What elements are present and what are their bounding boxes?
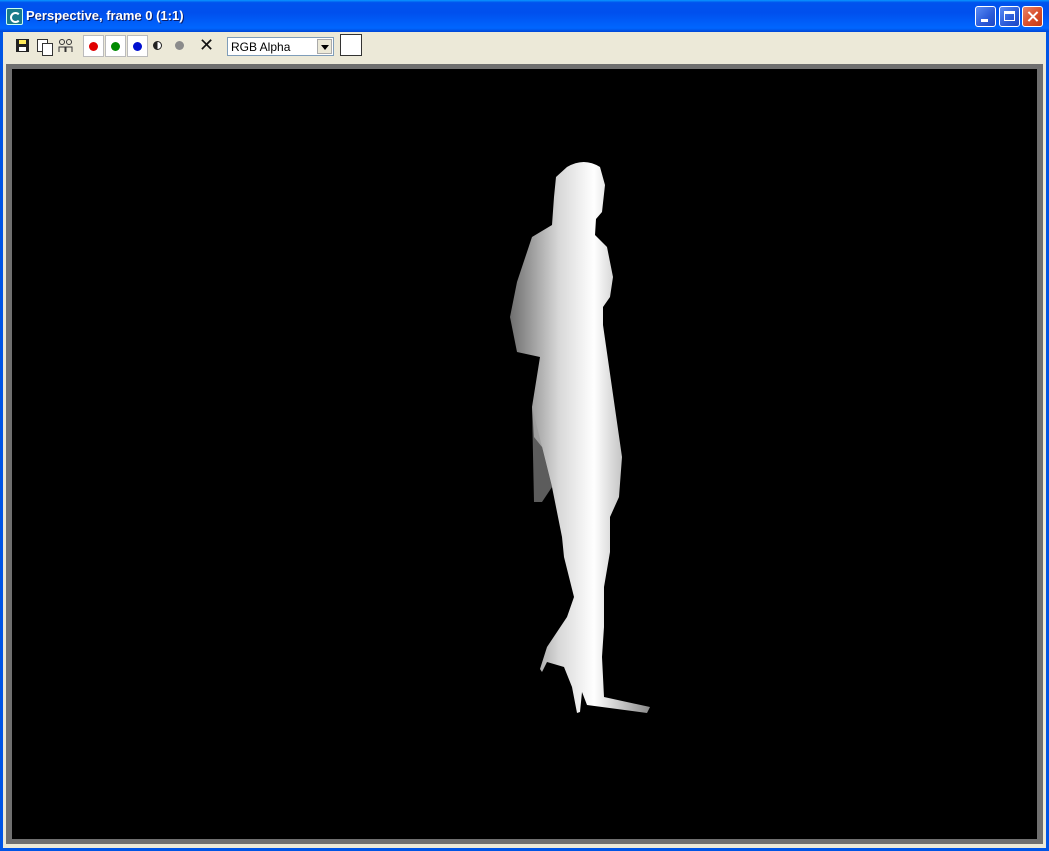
clone-icon[interactable] — [57, 37, 75, 55]
channel-select[interactable]: RGB Alpha — [227, 37, 334, 56]
chevron-down-icon[interactable] — [317, 39, 332, 54]
render-window: Perspective, frame 0 (1:1) ✕ RGB Alpha — [0, 0, 1049, 851]
render-viewport — [12, 69, 1037, 839]
copy-icon[interactable] — [35, 37, 53, 56]
toolbar: ✕ RGB Alpha — [3, 32, 1046, 60]
title-bar[interactable]: Perspective, frame 0 (1:1) — [0, 0, 1049, 32]
maximize-button[interactable] — [999, 6, 1020, 27]
monochrome-icon[interactable] — [153, 41, 162, 50]
close-button[interactable] — [1022, 6, 1043, 27]
color-swatch[interactable] — [340, 34, 362, 56]
red-channel-button[interactable] — [83, 35, 104, 57]
app-icon[interactable] — [6, 8, 23, 25]
rendered-figure — [510, 162, 650, 713]
green-channel-button[interactable] — [105, 35, 126, 57]
window-title: Perspective, frame 0 (1:1) — [26, 8, 184, 23]
channel-select-value: RGB Alpha — [231, 40, 291, 54]
gray-channel-icon[interactable] — [175, 41, 184, 50]
clear-icon[interactable]: ✕ — [199, 36, 217, 54]
save-icon[interactable] — [14, 37, 32, 55]
minimize-button[interactable] — [975, 6, 996, 27]
blue-channel-button[interactable] — [127, 35, 148, 57]
